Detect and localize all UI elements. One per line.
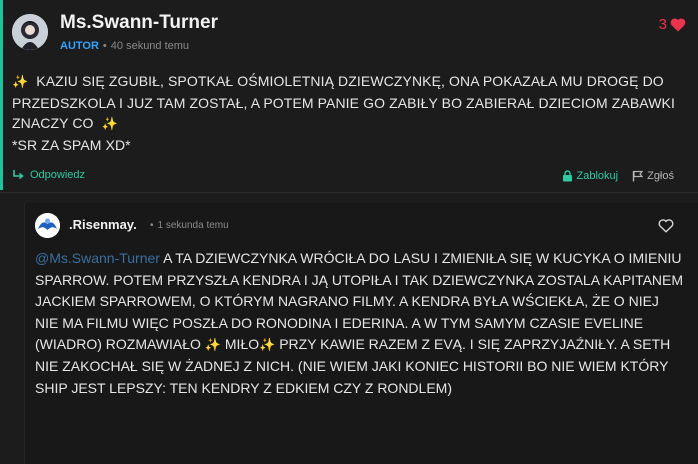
like-count: 3 <box>658 16 667 33</box>
reply-timestamp: 1 sekunda temu <box>157 220 229 231</box>
comment-timestamp: 40 sekund temu <box>110 40 190 52</box>
flag-icon <box>632 170 644 182</box>
meta-separator: • <box>150 220 154 231</box>
reply-text-milo: MIŁO <box>224 336 260 353</box>
report-label: Zgłoś <box>647 170 674 182</box>
comment-divider <box>0 192 698 193</box>
avatar-image <box>35 213 60 238</box>
meta-separator: • <box>102 40 107 52</box>
sparkle-icon: ✨ <box>259 337 276 353</box>
reply-button[interactable]: Odpowiedz <box>12 169 85 181</box>
sparkle-icon: ✨ <box>101 116 118 131</box>
report-button[interactable]: Zgłoś <box>632 170 674 182</box>
lock-icon <box>562 170 572 182</box>
reply-author-avatar[interactable] <box>35 213 60 238</box>
author-avatar[interactable] <box>12 14 48 50</box>
comment-actions: Zablokuj Zgłoś <box>562 170 674 182</box>
author-badge: AUTOR <box>60 40 99 52</box>
main-comment: Ms.Swann-Turner AUTOR • 40 sekund temu 3 ✨… <box>0 0 698 190</box>
comment-accent-bar <box>0 0 3 190</box>
block-button[interactable]: Zablokuj <box>562 170 619 182</box>
heart-outline-icon[interactable] <box>658 218 674 233</box>
user-mention[interactable]: @Ms.Swann-Turner <box>35 250 160 266</box>
author-name[interactable]: Ms.Swann-Turner <box>60 12 218 34</box>
comment-body: ✨ KAZIU SIĘ ZGUBIŁ, SPOTKAŁ OŚMIOLETNIĄ … <box>12 71 692 155</box>
sparkle-icon: ✨ <box>12 74 29 89</box>
reply-author-name[interactable]: .Risenmay. <box>69 217 137 232</box>
heart-icon <box>670 18 686 32</box>
reply-arrow-icon <box>13 170 24 180</box>
reply-meta: • 1 sekunda temu <box>146 220 229 231</box>
reply-body: @Ms.Swann-Turner A TA DZIEWCZYNKA WRÓCIŁ… <box>35 248 685 399</box>
reply-label: Odpowiedz <box>30 169 86 181</box>
comment-text-line2: *SR ZA SPAM XD* <box>12 136 131 153</box>
sparkle-icon: ✨ <box>204 337 221 353</box>
reply-comment: .Risenmay. • 1 sekunda temu @Ms.Swann-Tur… <box>24 203 698 464</box>
like-button[interactable]: 3 <box>659 16 686 33</box>
block-label: Zablokuj <box>576 170 619 182</box>
comment-meta: AUTOR • 40 sekund temu <box>60 40 189 52</box>
avatar-image <box>12 14 48 50</box>
